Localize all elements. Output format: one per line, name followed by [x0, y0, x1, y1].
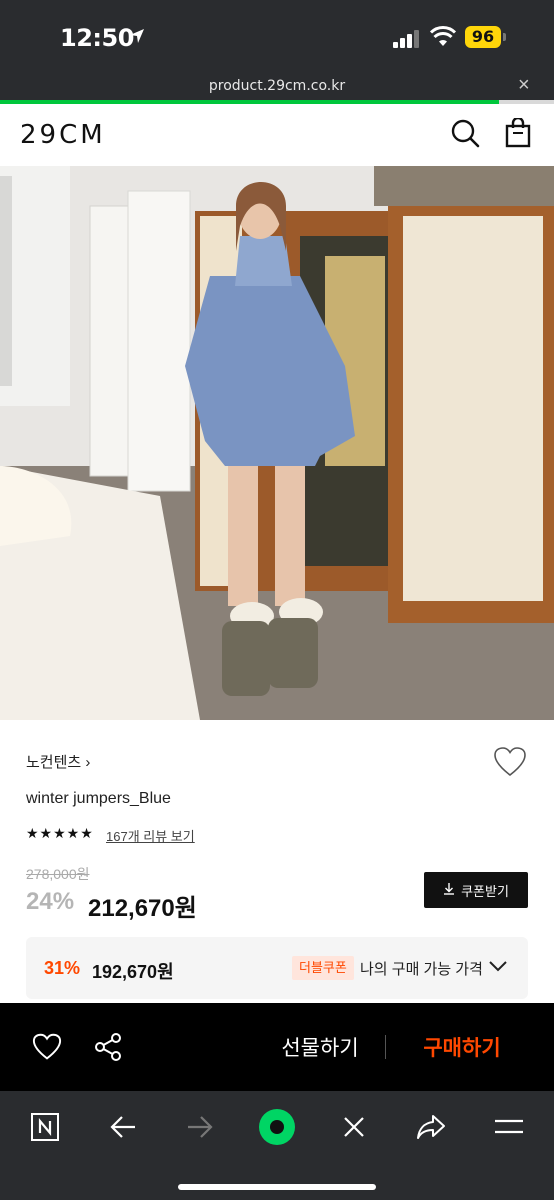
coupon-download-button[interactable]: 쿠폰받기 — [424, 872, 528, 908]
close-icon[interactable]: × — [518, 75, 530, 95]
best-price: 192,670원 — [92, 962, 174, 982]
original-price: 278,000원 — [26, 866, 90, 882]
product-image[interactable] — [0, 166, 554, 720]
product-name: winter jumpers_Blue — [26, 790, 171, 807]
heart-icon[interactable] — [32, 1033, 62, 1066]
back-arrow-icon[interactable] — [103, 1107, 143, 1147]
gift-button[interactable]: 선물하기 — [270, 1029, 370, 1065]
signal-icon — [393, 30, 423, 48]
menu-icon[interactable] — [489, 1107, 529, 1147]
close-x-icon[interactable] — [334, 1107, 374, 1147]
search-icon[interactable] — [450, 118, 480, 153]
coupon-button-label: 쿠폰받기 — [461, 883, 509, 899]
brand-link[interactable]: 노컨텐츠 › — [26, 751, 90, 772]
site-header: 29CM — [0, 104, 554, 166]
naver-n-icon[interactable] — [25, 1107, 65, 1147]
shopping-bag-icon[interactable] — [505, 116, 531, 153]
best-discount-rate: 31% — [44, 958, 81, 978]
forward-arrow-icon[interactable] — [180, 1107, 220, 1147]
discount-rate: 24% — [26, 888, 75, 915]
site-logo[interactable]: 29CM — [20, 120, 106, 150]
battery-level: 96 — [465, 26, 501, 48]
share-icon[interactable] — [94, 1033, 122, 1066]
button-divider — [385, 1035, 386, 1059]
status-time: 12:50 — [60, 24, 134, 52]
sale-price: 212,670원 — [88, 895, 197, 922]
best-price-box[interactable]: 31% 192,670원 더블쿠폰 나의 구매 가능 가격 — [26, 937, 528, 999]
download-icon — [443, 882, 455, 898]
chevron-down-icon[interactable] — [488, 959, 508, 978]
double-coupon-badge: 더블쿠폰 — [292, 956, 354, 980]
review-link[interactable]: 167개 리뷰 보기 — [106, 826, 195, 845]
rating-stars: ★★★★★ — [26, 825, 94, 841]
battery-tip — [503, 33, 506, 41]
best-price-label: 나의 구매 가능 가격 — [360, 961, 483, 978]
purchase-button[interactable]: 구매하기 — [410, 1029, 514, 1065]
url-text[interactable]: product.29cm.co.kr — [0, 78, 554, 94]
share-arrow-icon[interactable] — [411, 1107, 451, 1147]
browser-top: 12:50 96 product.29cm.co.kr × — [0, 0, 554, 104]
purchase-bar: 선물하기 구매하기 — [0, 1003, 554, 1091]
home-indicator — [178, 1184, 376, 1190]
wishlist-heart-icon[interactable] — [493, 746, 527, 783]
wifi-icon — [429, 26, 457, 53]
green-dot-icon[interactable] — [257, 1107, 297, 1147]
location-arrow-icon — [128, 27, 146, 50]
